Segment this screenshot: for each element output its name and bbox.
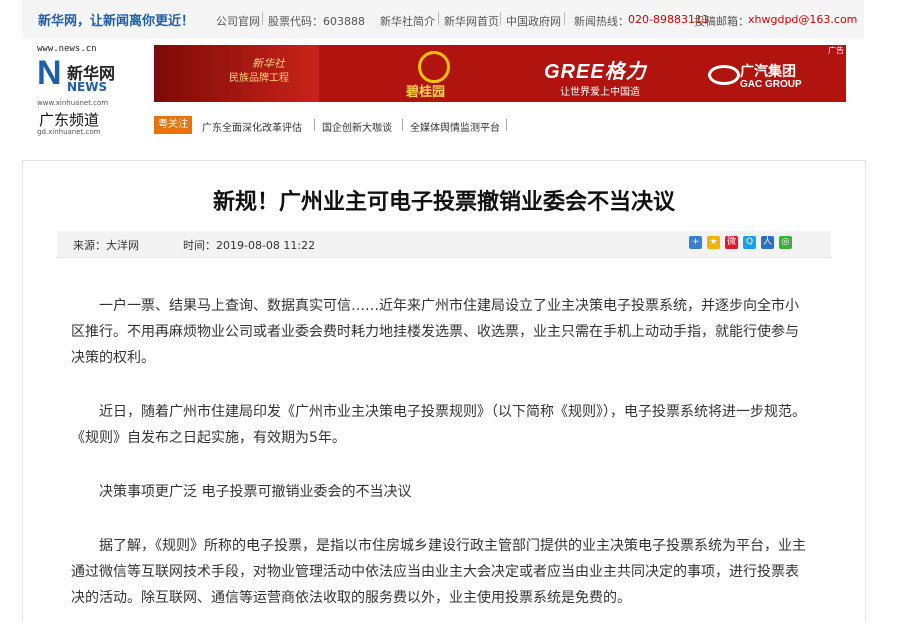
email-label: 投稿邮箱：: [694, 15, 749, 28]
sub-nav: 粤关注 广东全面深化改革评估 国企创新大咖谈 全媒体舆情监测平台: [154, 116, 846, 138]
ad-gree[interactable]: GREE格力 让世界爱上中国造: [536, 51, 686, 99]
divider: [506, 119, 507, 131]
link-gov[interactable]: 中国政府网: [506, 13, 561, 29]
divider: [314, 119, 315, 131]
channel-url: gd.xinhuanet.com: [37, 128, 101, 136]
section-subheading: 决策事项更广泛 电子投票可撤销业委会的不当决议: [99, 484, 412, 500]
renren-icon[interactable]: 人: [761, 236, 774, 249]
share-plus-icon[interactable]: +: [689, 236, 702, 249]
source-name: 大洋网: [106, 239, 139, 252]
qzone-icon[interactable]: ★: [707, 236, 720, 249]
top-bar: 新华网，让新闻离你更近！ 公司官网 股票代码：603888 新华社简介 新华网首…: [22, 0, 864, 39]
stock-code: 股票代码：603888: [268, 15, 365, 28]
paragraph: 一户一票、结果马上查询、数据真实可信……近年来广州市住建局设立了业主决策电子投票…: [71, 298, 799, 366]
email-address[interactable]: xhwgdpd@163.com: [748, 13, 857, 26]
nav-hot-tag[interactable]: 粤关注: [154, 116, 192, 134]
time-value: 2019-08-08 11:22: [216, 239, 316, 252]
gree-logo: GREE格力: [544, 61, 647, 83]
nav-item-soe[interactable]: 国企创新大咖谈: [322, 119, 392, 134]
divider: [438, 12, 439, 25]
ad3-slogan: 让世界爱上中国造: [560, 87, 640, 98]
wechat-icon[interactable]: ◎: [779, 236, 792, 249]
ad-gac[interactable]: 广汽集团 GAC GROUP: [706, 53, 836, 97]
link-xinhua-home[interactable]: 新华网首页: [444, 13, 499, 29]
gac-logo-icon: [708, 65, 740, 85]
source-label: 来源：: [73, 239, 106, 252]
link-xinhua-intro[interactable]: 新华社简介: [380, 13, 435, 29]
site-header: www.news.cn N 新华网 NEWS www.xinhuanet.com…: [22, 38, 864, 150]
qq-icon[interactable]: Q: [743, 236, 756, 249]
logo-brand-en: NEWS: [67, 80, 108, 94]
ad-country-garden[interactable]: 碧桂园: [372, 49, 482, 100]
channel-name: 广东频道: [39, 111, 100, 129]
ad-banner[interactable]: 广告 新华社 民族品牌工程 碧桂园 GREE格力 让世界爱上中国造 广汽集团 G…: [154, 45, 846, 102]
time-label: 时间：: [183, 239, 216, 252]
source: 来源：大洋网: [73, 237, 139, 253]
publish-time: 时间：2019-08-08 11:22: [183, 237, 315, 253]
country-garden-logo-icon: [418, 51, 450, 83]
site-slogan: 新华网，让新闻离你更近！: [38, 14, 195, 29]
logo-site-url: www.news.cn: [37, 44, 97, 54]
ad-xinhua-brand[interactable]: 新华社 民族品牌工程: [154, 45, 319, 102]
logo-n-mark: N: [37, 54, 62, 92]
divider: [402, 119, 403, 131]
xinhua-logo[interactable]: www.news.cn N 新华网 NEWS www.xinhuanet.com…: [37, 44, 137, 136]
paragraph: 据了解，《规则》所称的电子投票，是指以市住房城乡建设行政主管部门提供的业主决策电…: [71, 538, 806, 606]
company-site-link[interactable]: 公司官网: [216, 13, 260, 29]
logo-site-url-2: www.xinhuanet.com: [37, 99, 109, 107]
divider: [262, 12, 263, 25]
divider: [564, 12, 565, 25]
nav-item-monitoring[interactable]: 全媒体舆情监测平台: [410, 119, 500, 134]
paragraph: 近日，随着广州市住建局印发《广州市业主决策电子投票规则》（以下简称《规则》），电…: [71, 404, 806, 446]
article-title: 新规！广州业主可电子投票撤销业委会不当决议: [212, 190, 675, 215]
article-container: 新规！广州业主可电子投票撤销业委会不当决议 来源：大洋网 时间：2019-08-…: [22, 160, 866, 621]
article-meta: 来源：大洋网 时间：2019-08-08 11:22 + ★ 微 Q 人 ◎: [57, 231, 831, 258]
weibo-icon[interactable]: 微: [725, 236, 738, 249]
ad4-name-cn: 广汽集团: [740, 64, 796, 80]
article-body: 一户一票、结果马上查询、数据真实可信……近年来广州市住建局设立了业主决策电子投票…: [71, 293, 811, 639]
hotline-label: 新闻热线：: [574, 15, 629, 28]
ad1-subtitle: 民族品牌工程: [229, 73, 289, 84]
ad2-label: 碧桂园: [406, 85, 446, 100]
divider: [500, 12, 501, 25]
ad4-name-en: GAC GROUP: [740, 79, 802, 90]
nav-item-reform[interactable]: 广东全面深化改革评估: [202, 119, 302, 134]
